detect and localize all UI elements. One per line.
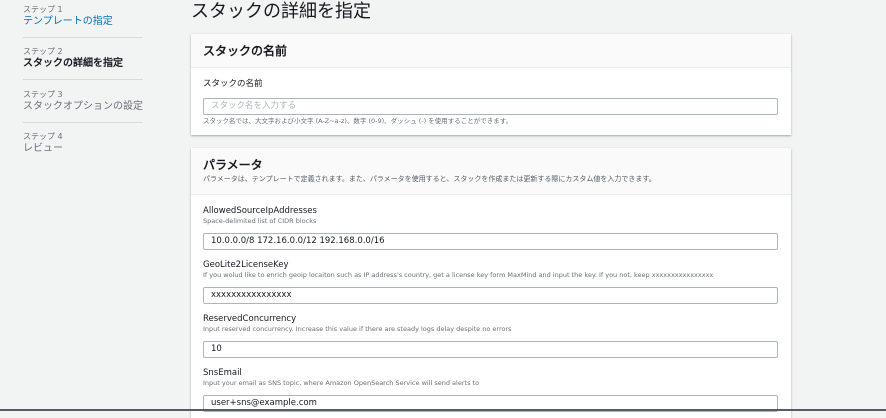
step-number: ステップ 2 (23, 47, 63, 56)
step-number: ステップ 3 (23, 90, 63, 99)
field-label: ReservedConcurrency (203, 314, 297, 324)
wizard-step-2: ステップ 2 スタックの詳細を指定 (23, 47, 143, 70)
step-divider (23, 37, 143, 38)
allowed-source-ip-input[interactable] (203, 232, 778, 250)
step-review: レビュー (23, 143, 63, 154)
step-current-stack-details: スタックの詳細を指定 (23, 58, 123, 69)
panel-header: パラメータ パラメータは、テンプレートで定義されます。また、パラメータを使用する… (191, 148, 791, 195)
field-description: Input your email as SNS topic, where Ama… (203, 379, 480, 387)
stack-name-panel: スタックの名前 スタックの名前 スタック名では、大文字および小文字 (A-Z~a… (191, 34, 791, 135)
panel-header: スタックの名前 (191, 34, 791, 68)
step-number: ステップ 4 (23, 132, 63, 141)
page-title: スタックの詳細を指定 (191, 1, 371, 22)
step-number: ステップ 1 (23, 5, 63, 14)
step-stack-options: スタックオプションの設定 (23, 101, 143, 112)
step-link-specify-template[interactable]: テンプレートの指定 (23, 15, 143, 28)
stack-name-input[interactable] (203, 97, 778, 115)
section-title: パラメータ (203, 158, 263, 172)
section-title: スタックの名前 (203, 44, 288, 58)
field-label: AllowedSourceIpAddresses (203, 206, 317, 216)
field-description: If you wolud like to enrich geoip locait… (203, 271, 714, 279)
field-description: Space-delimited list of CIDR blocks (203, 217, 317, 225)
param-geolite2-license-key: GeoLite2LicenseKey If you wolud like to … (203, 260, 778, 304)
wizard-step-1[interactable]: ステップ 1 テンプレートの指定 (23, 5, 143, 28)
section-description: パラメータは、テンプレートで定義されます。また、パラメータを使用すると、スタック… (203, 175, 656, 183)
field-label: SnsEmail (203, 368, 242, 378)
wizard-step-4: ステップ 4 レビュー (23, 132, 143, 155)
parameters-panel: パラメータ パラメータは、テンプレートで定義されます。また、パラメータを使用する… (191, 148, 791, 418)
step-divider (23, 79, 143, 80)
step-divider (23, 122, 143, 123)
param-reserved-concurrency: ReservedConcurrency Input reserved concu… (203, 314, 778, 358)
geolite2-license-key-input[interactable] (203, 286, 778, 304)
field-hint: スタック名では、大文字および小文字 (A-Z~a-z)、数字 (0-9)、ダッシ… (203, 116, 513, 125)
field-description: Input reserved concurrency. Increase thi… (203, 325, 512, 333)
reserved-concurrency-input[interactable] (203, 340, 778, 358)
wizard-step-3: ステップ 3 スタックオプションの設定 (23, 90, 143, 113)
param-sns-email: SnsEmail Input your email as SNS topic, … (203, 368, 778, 412)
field-label: スタックの名前 (203, 79, 263, 89)
param-allowed-source-ip: AllowedSourceIpAddresses Space-delimited… (203, 206, 778, 250)
stack-name-field: スタックの名前 スタック名では、大文字および小文字 (A-Z~a-z)、数字 (… (203, 79, 778, 126)
wizard-sidebar: ステップ 1 テンプレートの指定 ステップ 2 スタックの詳細を指定 ステップ … (0, 0, 160, 411)
field-label: GeoLite2LicenseKey (203, 260, 289, 270)
